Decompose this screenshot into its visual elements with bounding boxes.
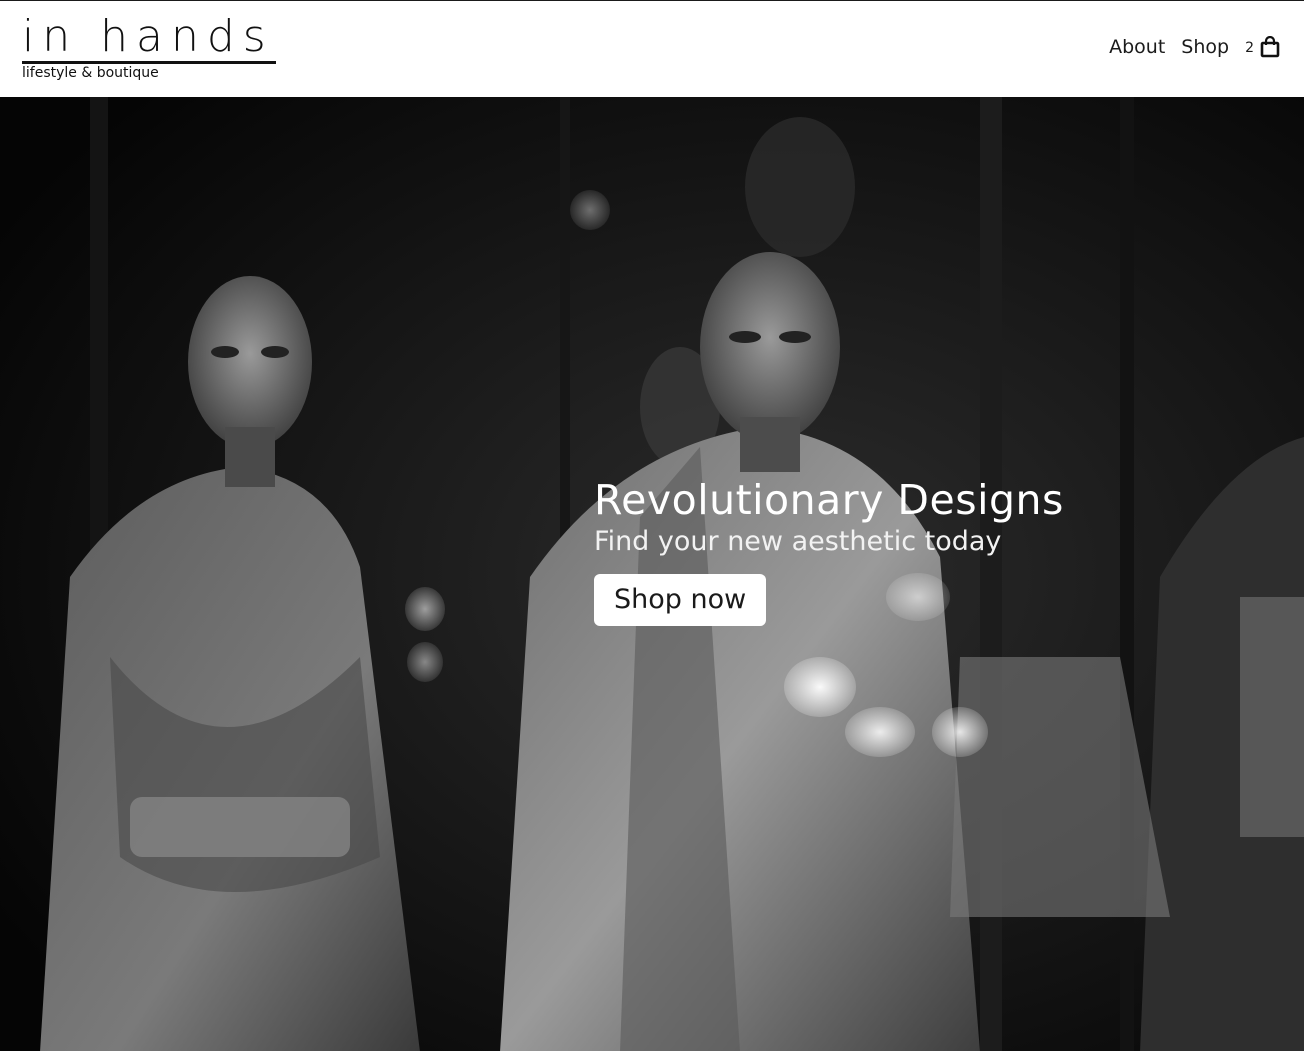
main-nav: About Shop 2 [1109, 36, 1280, 58]
nav-link-shop[interactable]: Shop [1181, 36, 1229, 58]
site-header: in hands lifestyle & boutique About Shop… [0, 0, 1304, 97]
hero-subtitle: Find your new aesthetic today [594, 526, 1002, 557]
shop-now-button[interactable]: Shop now [594, 574, 767, 626]
hero-section: Revolutionary Designs Find your new aest… [0, 97, 1304, 1051]
cart-count-badge: 2 [1245, 40, 1254, 56]
logo-subtitle: lifestyle & boutique [22, 65, 159, 81]
logo-title: in hands [22, 11, 276, 64]
cart-button[interactable]: 2 [1245, 36, 1280, 58]
nav-link-about[interactable]: About [1109, 36, 1165, 58]
hero-title: Revolutionary Designs [594, 476, 1064, 524]
page: in hands lifestyle & boutique About Shop… [0, 0, 1304, 1051]
logo-link[interactable]: in hands lifestyle & boutique [22, 13, 276, 81]
shopping-bag-icon [1260, 36, 1280, 58]
hero-text-block: Revolutionary Designs Find your new aest… [594, 475, 1064, 626]
